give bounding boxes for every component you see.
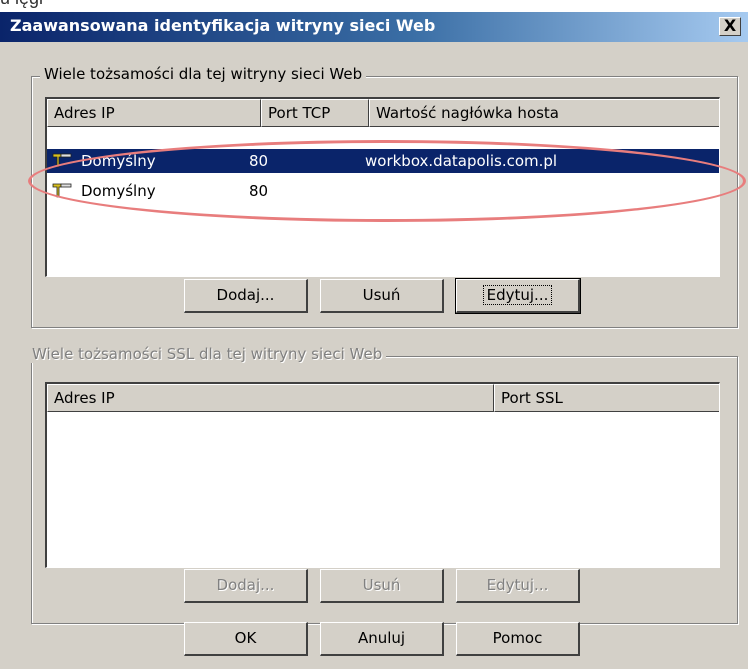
edit-label: Edytuj...	[482, 285, 553, 305]
row-ip: Domyślny	[81, 152, 156, 170]
ssl-remove-label: Usuń	[362, 576, 401, 594]
row-host: workbox.datapolis.com.pl	[365, 152, 558, 170]
column-header-host-header[interactable]: Wartość nagłówka hosta	[369, 99, 719, 127]
ssl-list-header: Adres IP Port SSL	[47, 384, 719, 412]
background-partial-text: u ięgi	[0, 0, 43, 9]
help-label: Pomoc	[492, 629, 543, 647]
list-item[interactable]: Domyślny 80	[47, 179, 719, 203]
remove-web-identity-button[interactable]: Usuń	[320, 279, 444, 313]
column-header-ssl-ip[interactable]: Adres IP	[47, 384, 494, 412]
ssl-add-label: Dodaj...	[216, 576, 275, 594]
dialog-title: Zaawansowana identyfikacja witryny sieci…	[10, 16, 436, 35]
ssl-identities-legend: Wiele tożsamości SSL dla tej witryny sie…	[28, 345, 387, 363]
row-ip: Domyślny	[81, 182, 156, 200]
edit-ssl-identity-button: Edytuj...	[456, 569, 580, 603]
network-connector-icon	[52, 183, 72, 198]
ok-button[interactable]: OK	[184, 622, 308, 656]
network-connector-icon	[52, 153, 72, 168]
column-header-ip[interactable]: Adres IP	[47, 99, 261, 127]
help-button[interactable]: Pomoc	[456, 622, 580, 656]
close-button[interactable]: X	[719, 17, 741, 36]
add-label: Dodaj...	[216, 286, 275, 304]
advanced-web-identification-dialog: Zaawansowana identyfikacja witryny sieci…	[0, 12, 748, 669]
column-header-port-tcp[interactable]: Port TCP	[261, 99, 369, 127]
ssl-edit-label: Edytuj...	[486, 576, 549, 594]
remove-label: Usuń	[362, 286, 401, 304]
ok-label: OK	[234, 629, 257, 647]
row-port: 80	[249, 182, 269, 200]
title-bar[interactable]: Zaawansowana identyfikacja witryny sieci…	[0, 12, 748, 42]
list-header: Adres IP Port TCP Wartość nagłówka hosta	[47, 99, 719, 127]
cancel-button[interactable]: Anuluj	[320, 622, 444, 656]
add-ssl-identity-button: Dodaj...	[184, 569, 308, 603]
add-web-identity-button[interactable]: Dodaj...	[184, 279, 308, 313]
ssl-identities-list: Adres IP Port SSL	[45, 382, 720, 568]
cancel-label: Anuluj	[357, 629, 406, 647]
column-header-port-ssl[interactable]: Port SSL	[494, 384, 719, 412]
remove-ssl-identity-button: Usuń	[320, 569, 444, 603]
web-identities-list[interactable]: Adres IP Port TCP Wartość nagłówka hosta…	[45, 97, 720, 277]
row-port: 80	[249, 152, 269, 170]
web-identities-legend: Wiele tożsamości dla tej witryny sieci W…	[40, 65, 367, 83]
list-item[interactable]: Domyślny 80 workbox.datapolis.com.pl	[47, 149, 719, 173]
edit-web-identity-button[interactable]: Edytuj...	[455, 278, 581, 314]
close-icon: X	[723, 16, 737, 35]
